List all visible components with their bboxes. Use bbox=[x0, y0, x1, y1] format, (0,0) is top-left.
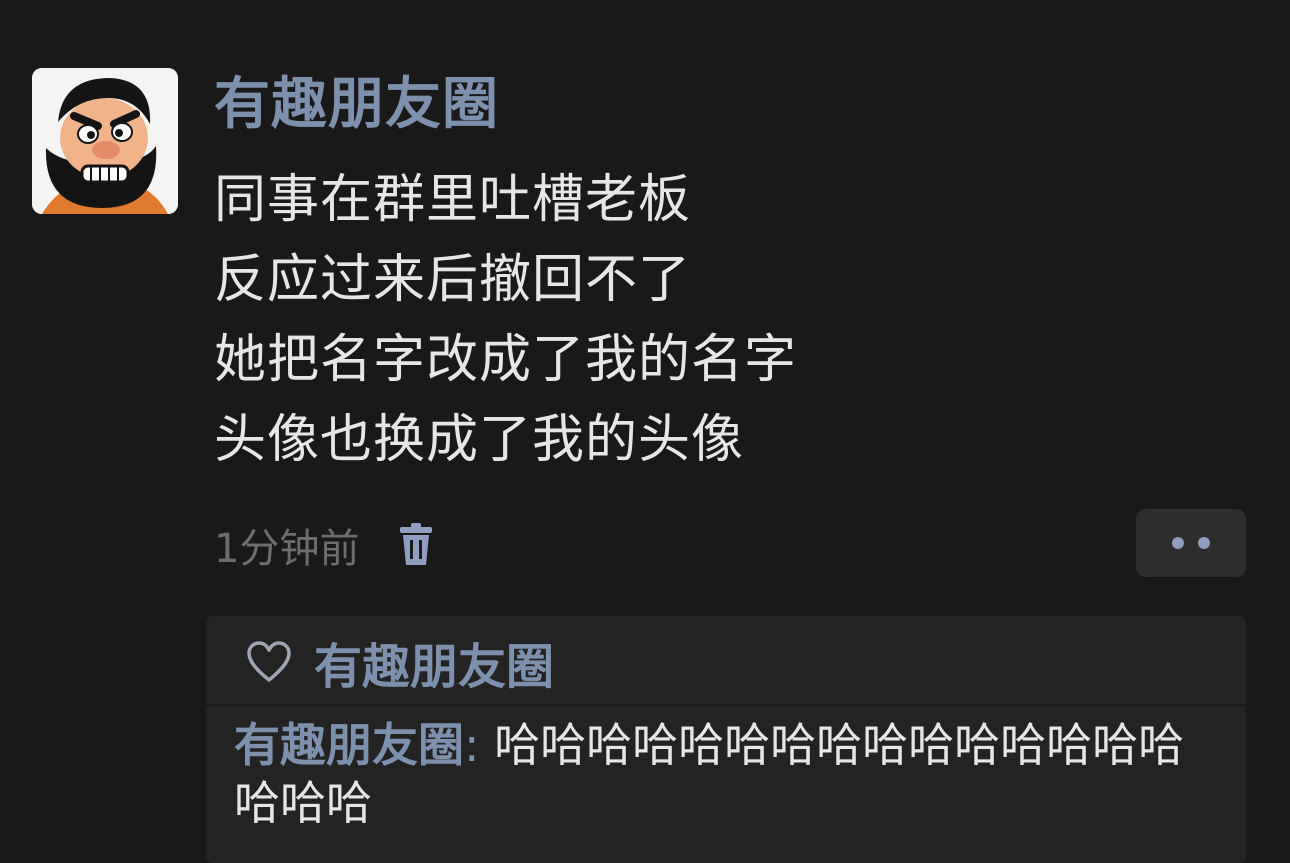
more-actions-button[interactable] bbox=[1136, 509, 1246, 577]
panel-divider bbox=[206, 704, 1246, 706]
post-text: 同事在群里吐槽老板 反应过来后撤回不了 她把名字改成了我的名字 头像也换成了我的… bbox=[214, 160, 1214, 480]
likes-row: 有趣朋友圈 bbox=[246, 627, 554, 697]
heart-outline-icon bbox=[247, 641, 291, 682]
trash-icon bbox=[400, 523, 433, 565]
likes-comments-panel: 有趣朋友圈 有趣朋友圈: 哈哈哈哈哈哈哈哈哈哈哈哈哈哈哈哈哈哈 bbox=[206, 616, 1246, 863]
post-text-line: 她把名字改成了我的名字 bbox=[214, 330, 798, 390]
moments-post: 有趣朋友圈 同事在群里吐槽老板 反应过来后撤回不了 她把名字改成了我的名字 头像… bbox=[0, 0, 1290, 863]
comment-separator: : bbox=[464, 718, 495, 772]
post-text-line: 同事在群里吐槽老板 bbox=[214, 170, 692, 230]
post-text-line: 头像也换成了我的头像 bbox=[214, 410, 745, 470]
more-dots-icon bbox=[1198, 537, 1210, 549]
post-meta: 1分钟前 bbox=[214, 515, 437, 575]
comment-author[interactable]: 有趣朋友圈 bbox=[234, 718, 464, 772]
like-user-name[interactable]: 有趣朋友圈 bbox=[314, 627, 554, 697]
post-text-line: 反应过来后撤回不了 bbox=[214, 250, 692, 310]
delete-button[interactable] bbox=[395, 520, 437, 570]
avatar[interactable] bbox=[32, 68, 178, 214]
comment-item[interactable]: 有趣朋友圈: 哈哈哈哈哈哈哈哈哈哈哈哈哈哈哈哈哈哈 bbox=[234, 716, 1224, 832]
cartoon-avatar-icon bbox=[32, 68, 178, 214]
post-author-name[interactable]: 有趣朋友圈 bbox=[214, 70, 499, 140]
more-dots-icon bbox=[1172, 537, 1184, 549]
post-timestamp: 1分钟前 bbox=[214, 526, 360, 572]
